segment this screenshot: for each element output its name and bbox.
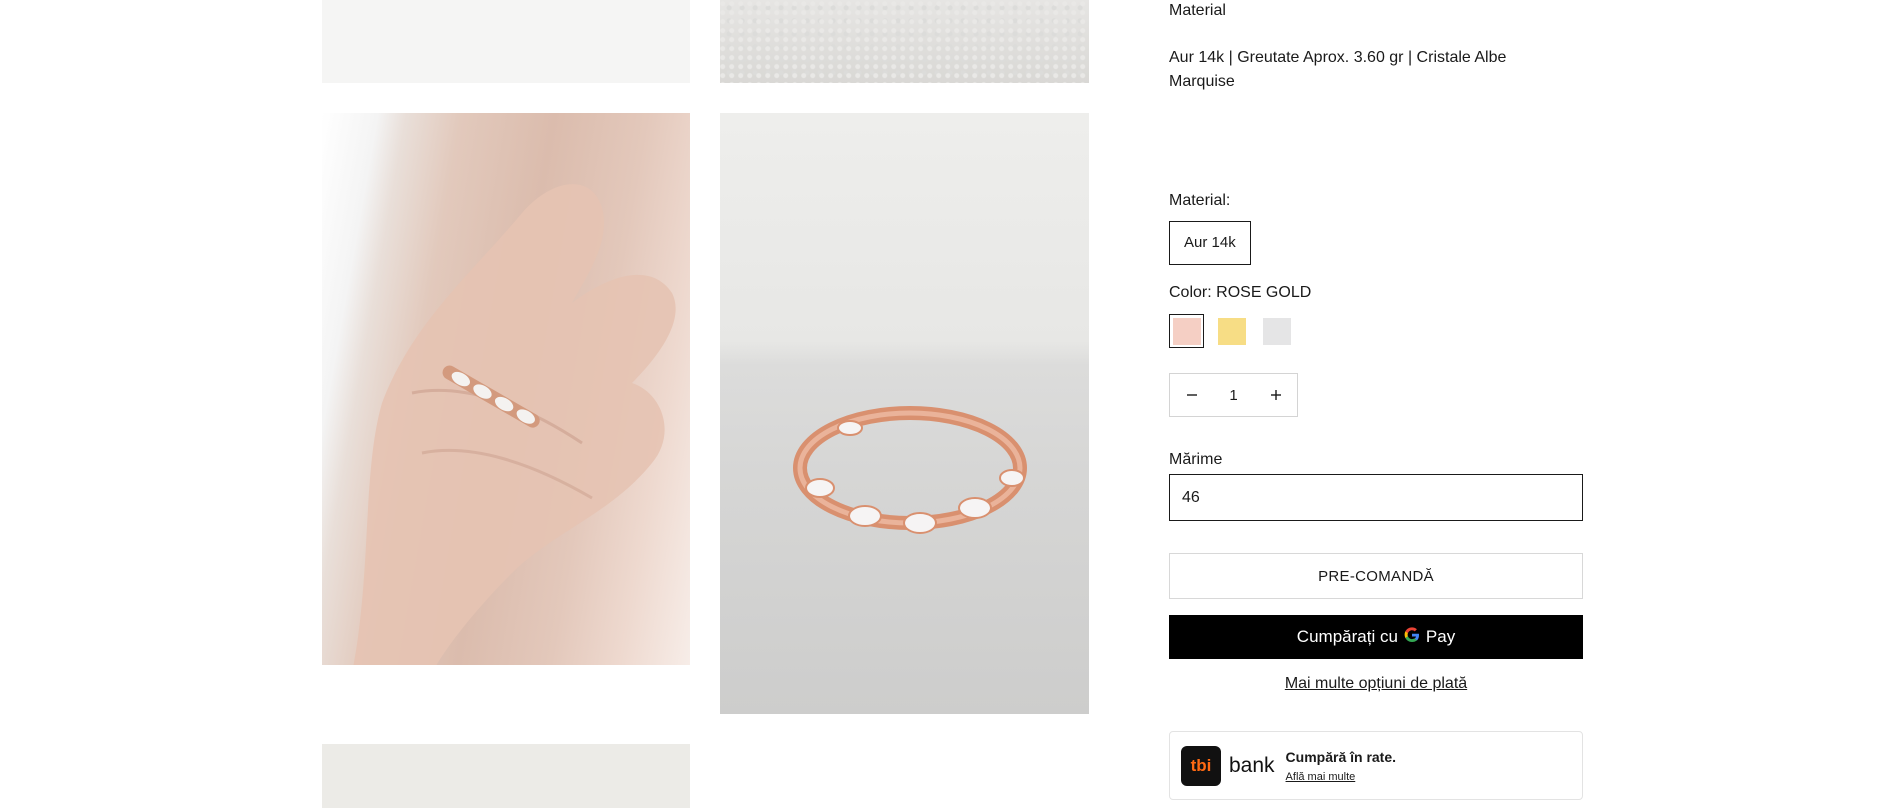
preorder-button[interactable]: PRE-COMANDĂ bbox=[1169, 553, 1583, 599]
product-image-ring[interactable] bbox=[720, 113, 1089, 714]
gpay-pay-text: Pay bbox=[1425, 627, 1456, 646]
google-g-icon bbox=[1404, 626, 1420, 648]
minus-icon bbox=[1186, 394, 1197, 396]
quantity-value[interactable]: 1 bbox=[1213, 387, 1254, 404]
tbi-bank-widget[interactable]: tbi bank Cumpără în rate. Află mai multe bbox=[1169, 731, 1583, 800]
color-label-value: ROSE GOLD bbox=[1216, 284, 1312, 301]
color-label-prefix: Color: bbox=[1169, 284, 1212, 301]
color-swatches bbox=[1169, 314, 1294, 348]
ring-illustration bbox=[793, 406, 1027, 534]
product-image-hand[interactable] bbox=[322, 113, 690, 665]
tbi-learn-more-link[interactable]: Află mai multe bbox=[1286, 771, 1396, 783]
product-image-top-left[interactable] bbox=[322, 0, 690, 83]
swatch-rose-gold[interactable] bbox=[1169, 314, 1204, 348]
description-text: Aur 14k | Greutate Aprox. 3.60 gr | Cris… bbox=[1169, 49, 1507, 90]
size-input[interactable] bbox=[1169, 474, 1583, 521]
tbi-title: Cumpără în rate. bbox=[1285, 748, 1397, 765]
tbi-text-block: Cumpără în rate. Află mai multe bbox=[1286, 749, 1396, 783]
quantity-decrease-button[interactable] bbox=[1170, 374, 1213, 416]
tbi-bank-text: bank bbox=[1229, 753, 1275, 777]
plus-icon bbox=[1270, 390, 1281, 400]
quantity-stepper: 1 bbox=[1169, 373, 1298, 417]
hand-with-ring-illustration bbox=[353, 184, 676, 665]
color-label: Color: ROSE GOLD bbox=[1169, 284, 1311, 302]
quantity-increase-button[interactable] bbox=[1254, 374, 1297, 416]
more-payment-options-link[interactable]: Mai multe opțiuni de plată bbox=[1169, 675, 1583, 693]
product-gallery bbox=[0, 0, 1100, 808]
material-option-aur-14k[interactable]: Aur 14k bbox=[1169, 221, 1251, 265]
material-label: Material: bbox=[1169, 192, 1231, 209]
swatch-white-gold[interactable] bbox=[1259, 314, 1294, 348]
gpay-prefix: Cumpărați cu bbox=[1296, 627, 1398, 646]
size-label: Mărime bbox=[1169, 451, 1223, 468]
swatch-yellow-gold[interactable] bbox=[1214, 314, 1249, 348]
tbi-logo: tbi bbox=[1181, 745, 1221, 786]
product-image-top-right[interactable] bbox=[720, 0, 1089, 83]
product-image-bottom-left[interactable] bbox=[322, 744, 690, 808]
description-title: Material bbox=[1169, 2, 1226, 19]
google-pay-button[interactable]: Cumpărați cu Pay bbox=[1169, 615, 1583, 659]
